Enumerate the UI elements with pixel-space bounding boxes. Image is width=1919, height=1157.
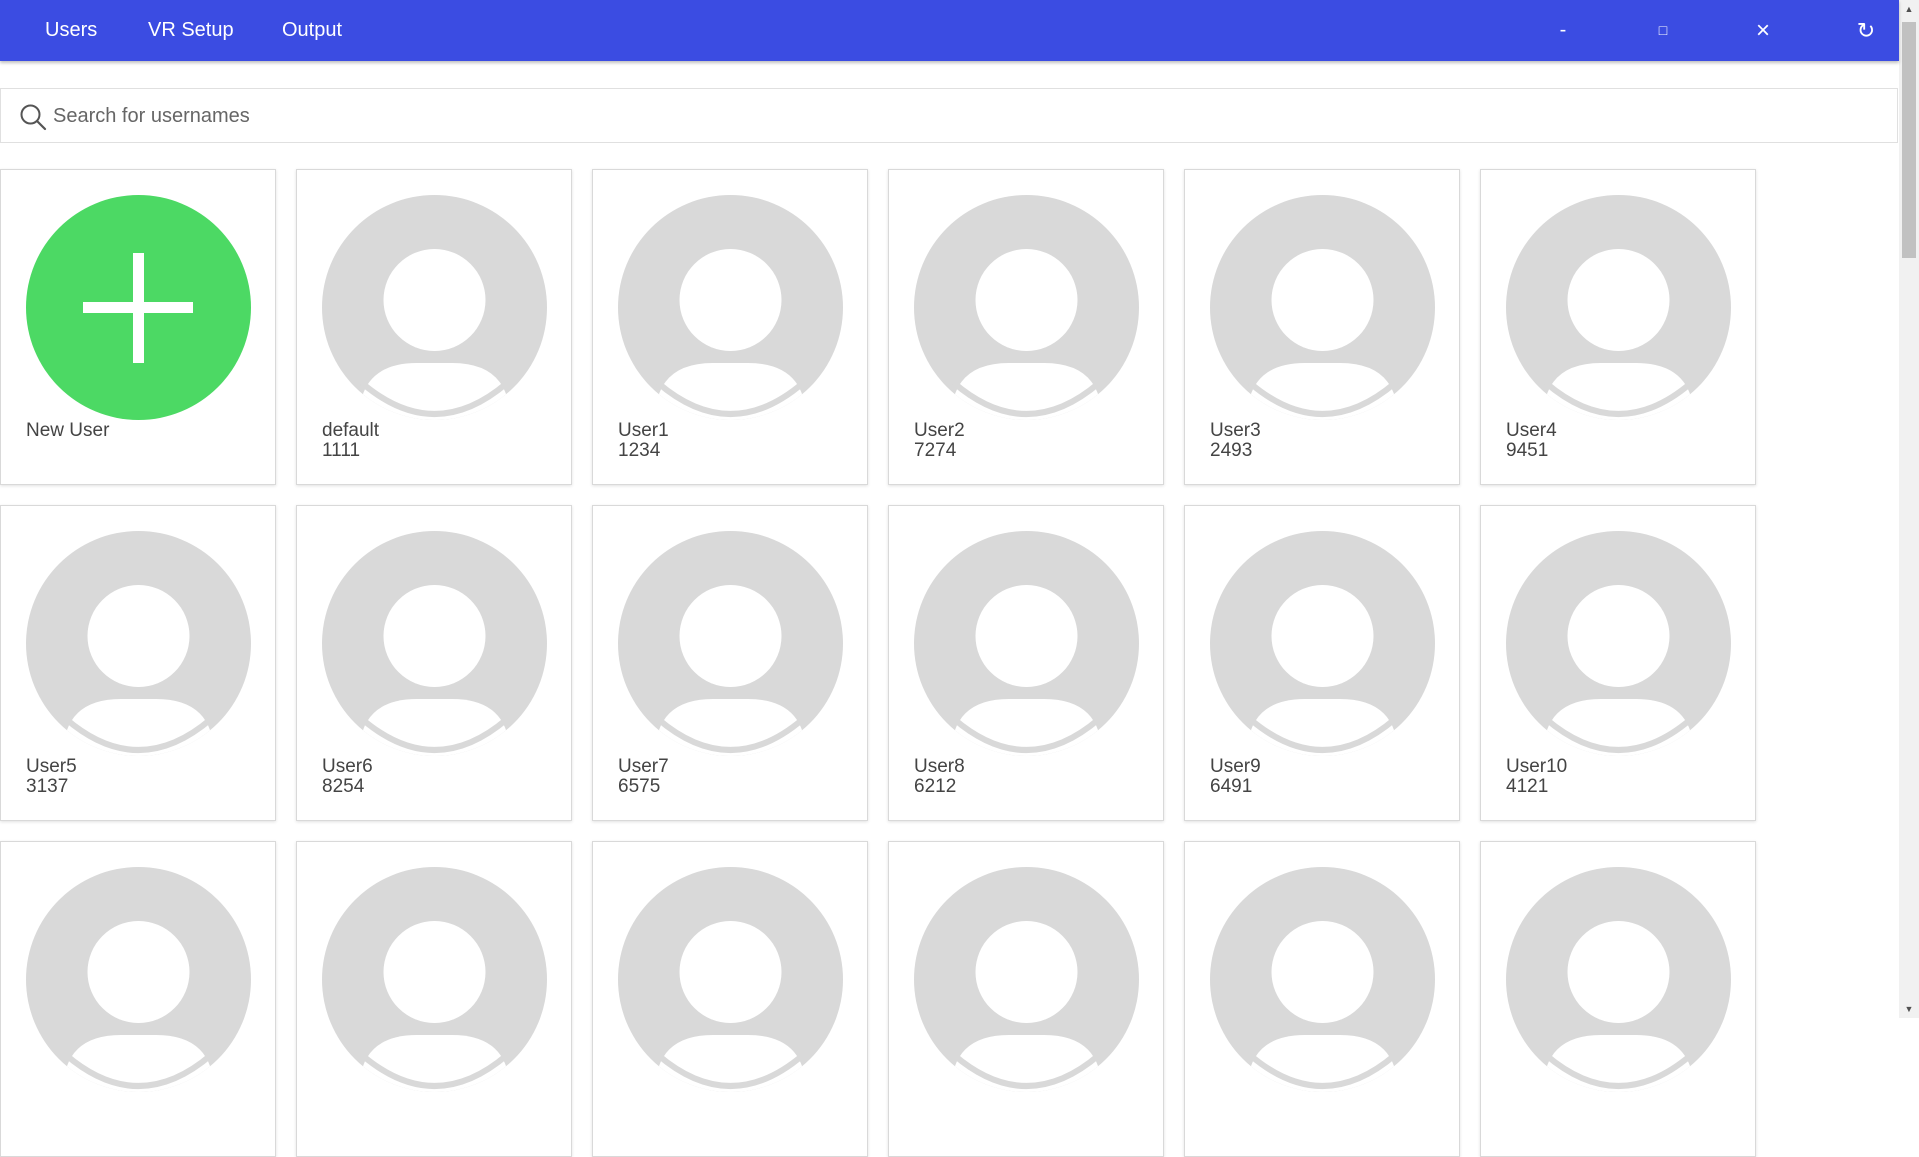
user-card[interactable]: User1 1234: [592, 169, 868, 485]
user-pin: 6491: [1210, 776, 1253, 797]
minimize-button[interactable]: -: [1543, 0, 1583, 61]
user-avatar-icon: [618, 195, 843, 420]
nav-tab-users[interactable]: Users: [45, 0, 97, 61]
user-name: default: [322, 420, 380, 441]
user-card[interactable]: default 1111: [296, 169, 572, 485]
top-navigation-bar: Users VR Setup Output - □ × ↻: [0, 0, 1899, 61]
user-avatar-icon: [914, 867, 1139, 1092]
user-card[interactable]: [888, 841, 1164, 1157]
user-name: User9: [1210, 756, 1261, 777]
user-card[interactable]: [0, 841, 276, 1157]
search-input[interactable]: [51, 89, 1855, 144]
user-card[interactable]: User3 2493: [1184, 169, 1460, 485]
user-avatar-icon: [322, 867, 547, 1092]
user-name: User5: [26, 756, 77, 777]
user-card[interactable]: User8 6212: [888, 505, 1164, 821]
user-card[interactable]: [296, 841, 572, 1157]
user-avatar-icon: [26, 531, 251, 756]
user-card[interactable]: [592, 841, 868, 1157]
scroll-thumb[interactable]: [1902, 22, 1916, 258]
user-avatar-icon: [26, 867, 251, 1092]
user-avatar-icon: [1506, 195, 1731, 420]
nav-tab-output[interactable]: Output: [282, 0, 342, 61]
user-card[interactable]: User9 6491: [1184, 505, 1460, 821]
user-avatar-icon: [322, 531, 547, 756]
user-card[interactable]: User4 9451: [1480, 169, 1756, 485]
user-pin: 2493: [1210, 440, 1253, 461]
search-icon: [20, 104, 47, 131]
close-button[interactable]: ×: [1743, 0, 1783, 61]
user-name: User7: [618, 756, 669, 777]
user-card[interactable]: User10 4121: [1480, 505, 1756, 821]
nav-tab-vr-setup[interactable]: VR Setup: [148, 0, 234, 61]
add-user-icon: [26, 195, 251, 420]
new-user-card[interactable]: New User: [0, 169, 276, 485]
user-name: User10: [1506, 756, 1568, 777]
user-name: User4: [1506, 420, 1557, 441]
user-avatar-icon: [618, 867, 843, 1092]
user-pin: 6575: [618, 776, 661, 797]
user-name: User3: [1210, 420, 1261, 441]
user-name: User6: [322, 756, 373, 777]
user-card[interactable]: User6 8254: [296, 505, 572, 821]
user-card[interactable]: User7 6575: [592, 505, 868, 821]
user-avatar-icon: [1210, 867, 1435, 1092]
new-user-label: New User: [26, 420, 110, 441]
scroll-up-arrow-icon[interactable]: ▲: [1899, 0, 1919, 18]
user-card[interactable]: User5 3137: [0, 505, 276, 821]
user-pin: 3137: [26, 776, 69, 797]
user-pin: 8254: [322, 776, 365, 797]
user-name: User8: [914, 756, 965, 777]
user-avatar-icon: [1506, 867, 1731, 1092]
search-bar: [0, 88, 1898, 144]
user-pin: 1111: [322, 440, 361, 461]
user-avatar-icon: [914, 195, 1139, 420]
user-pin: 1234: [618, 440, 661, 461]
user-card[interactable]: User2 7274: [888, 169, 1164, 485]
user-card[interactable]: [1184, 841, 1460, 1157]
user-pin: 9451: [1506, 440, 1549, 461]
user-avatar-icon: [914, 531, 1139, 756]
user-pin: 7274: [914, 440, 957, 461]
user-name: User2: [914, 420, 965, 441]
user-pin: 6212: [914, 776, 957, 797]
user-avatar-icon: [1506, 531, 1731, 756]
user-pin: 4121: [1506, 776, 1549, 797]
user-card[interactable]: [1480, 841, 1756, 1157]
user-avatar-icon: [1210, 531, 1435, 756]
maximize-button[interactable]: □: [1643, 0, 1683, 61]
refresh-button[interactable]: ↻: [1846, 0, 1886, 61]
user-name: User1: [618, 420, 669, 441]
user-avatar-icon: [618, 531, 843, 756]
user-avatar-icon: [1210, 195, 1435, 420]
scroll-down-arrow-icon[interactable]: ▼: [1899, 1000, 1919, 1018]
vertical-scrollbar[interactable]: ▲ ▼: [1899, 0, 1919, 1018]
user-avatar-icon: [322, 195, 547, 420]
